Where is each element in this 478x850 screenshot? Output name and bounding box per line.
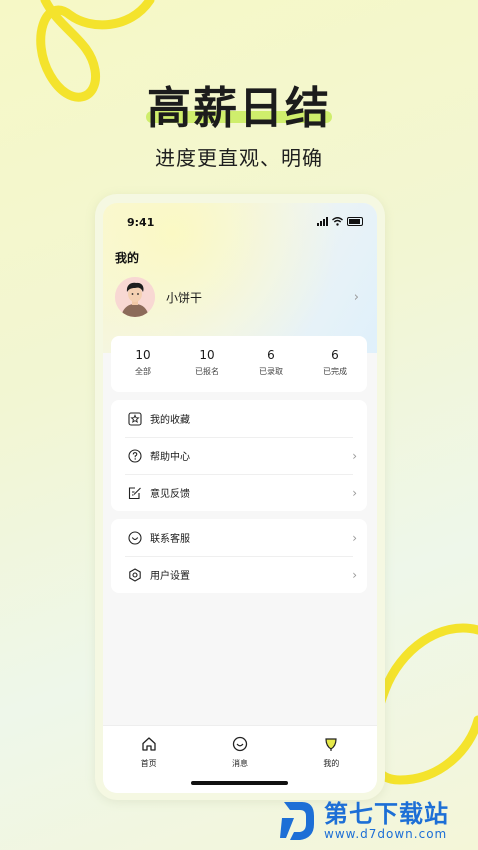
status-icons <box>317 216 363 226</box>
question-circle-icon <box>127 448 143 464</box>
home-indicator <box>191 781 288 785</box>
tab-label: 消息 <box>231 759 248 768</box>
menu-item-customer-service[interactable]: 联系客服 › <box>111 519 367 556</box>
feedback-edit-icon <box>127 485 143 501</box>
tab-label: 首页 <box>140 759 157 768</box>
home-icon <box>142 737 156 751</box>
tab-home[interactable]: 首页 <box>103 726 194 793</box>
battery-icon <box>347 217 363 226</box>
status-time: 9:41 <box>127 216 155 229</box>
chevron-right-icon: › <box>352 567 357 582</box>
stat-label: 全部 <box>135 367 151 376</box>
stat-value: 10 <box>135 348 151 362</box>
menu-card-secondary: 联系客服 › 用户设置 › <box>111 519 367 593</box>
watermark-title: 第七下载站 <box>324 800 449 828</box>
stat-all[interactable]: 10 全部 <box>111 336 175 392</box>
chevron-right-icon: › <box>352 530 357 545</box>
settings-hex-icon <box>127 567 143 583</box>
chevron-right-icon: › <box>352 485 357 500</box>
hero-subtitle: 进度更直观、明确 <box>155 146 323 170</box>
hero-title: 高薪日结 <box>147 83 331 134</box>
menu-item-favorites[interactable]: 我的收藏 <box>111 400 367 437</box>
menu-label: 帮助中心 <box>150 452 190 463</box>
watermark-url: www.d7down.com <box>324 827 448 841</box>
signal-icon <box>317 217 328 226</box>
avatar[interactable] <box>115 277 155 317</box>
wifi-icon <box>332 217 343 226</box>
menu-item-feedback[interactable]: 意见反馈 › <box>111 474 367 511</box>
stats-card: 10 全部 10 已报名 6 已录取 6 已完成 <box>111 336 367 392</box>
profile-row[interactable]: 小饼干 › <box>115 275 365 319</box>
stat-completed[interactable]: 6 已完成 <box>303 336 367 392</box>
stat-hired[interactable]: 6 已录取 <box>239 336 303 392</box>
menu-card-primary: 我的收藏 帮助中心 › 意见反馈 › <box>111 400 367 511</box>
stat-value: 6 <box>331 348 339 362</box>
chevron-right-icon: › <box>353 289 359 305</box>
stat-label: 已录取 <box>259 367 283 376</box>
star-box-icon <box>127 411 143 427</box>
menu-item-user-settings[interactable]: 用户设置 › <box>111 556 367 593</box>
phone-screen: 9:41 我的 小饼干 › 10 全部 10 已报名 6 已录取 6 已完成 我… <box>103 203 377 793</box>
username: 小饼干 <box>166 290 203 305</box>
smile-heart-icon <box>127 530 143 546</box>
d7down-logo-icon <box>280 802 314 840</box>
message-smile-icon <box>232 736 248 752</box>
menu-label: 联系客服 <box>150 534 190 545</box>
menu-label: 意见反馈 <box>150 489 190 500</box>
avatar-illustration <box>115 277 155 317</box>
tab-mine[interactable]: 我的 <box>286 726 377 793</box>
menu-label: 我的收藏 <box>150 415 190 426</box>
stat-label: 已报名 <box>195 367 219 376</box>
stat-label: 已完成 <box>323 367 347 376</box>
menu-label: 用户设置 <box>150 571 190 582</box>
tab-label: 我的 <box>323 759 340 768</box>
profile-leaf-icon <box>325 738 337 751</box>
stat-value: 10 <box>199 348 215 362</box>
stat-value: 6 <box>267 348 275 362</box>
stat-registered[interactable]: 10 已报名 <box>175 336 239 392</box>
watermark: 第七下载站 www.d7down.com <box>280 798 449 844</box>
page-title: 我的 <box>115 251 140 265</box>
menu-item-help-center[interactable]: 帮助中心 › <box>111 437 367 474</box>
chevron-right-icon: › <box>352 448 357 463</box>
